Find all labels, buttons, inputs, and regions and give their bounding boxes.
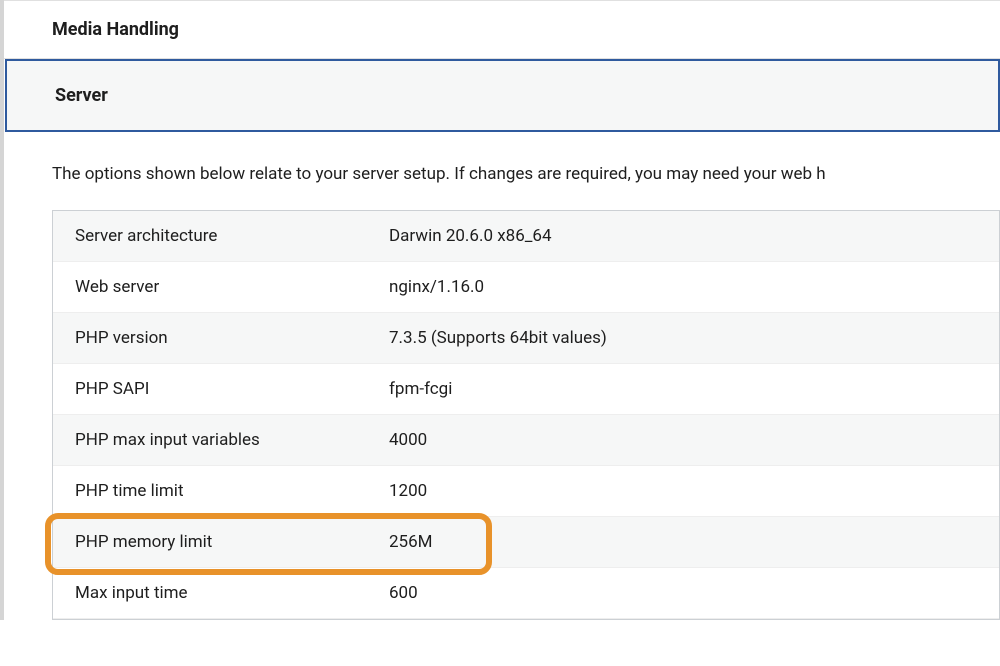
row-label: PHP version bbox=[53, 313, 389, 363]
row-label: Server architecture bbox=[53, 211, 389, 261]
row-value: 7.3.5 (Supports 64bit values) bbox=[389, 313, 607, 363]
row-value: Darwin 20.6.0 x86_64 bbox=[389, 211, 552, 261]
panel-media-handling[interactable]: Media Handling bbox=[4, 0, 1000, 59]
panel-title-server: Server bbox=[55, 85, 958, 106]
row-label: PHP memory limit bbox=[53, 517, 389, 567]
row-value: 1200 bbox=[389, 466, 427, 516]
row-label: Max input time bbox=[53, 568, 389, 618]
row-value: 4000 bbox=[389, 415, 427, 465]
row-value: 600 bbox=[389, 568, 418, 618]
table-row: PHP time limit1200 bbox=[53, 466, 999, 517]
server-description: The options shown below relate to your s… bbox=[52, 162, 1000, 188]
server-info-table: Server architectureDarwin 20.6.0 x86_64W… bbox=[52, 210, 1000, 620]
table-row: PHP version7.3.5 (Supports 64bit values) bbox=[53, 313, 999, 364]
row-label: PHP SAPI bbox=[53, 364, 389, 414]
row-value: fpm-fcgi bbox=[389, 364, 452, 414]
row-label: PHP max input variables bbox=[53, 415, 389, 465]
table-row: Max input time600 bbox=[53, 568, 999, 619]
row-label: PHP time limit bbox=[53, 466, 389, 516]
panel-title-media-handling: Media Handling bbox=[52, 19, 960, 40]
table-row: PHP max input variables4000 bbox=[53, 415, 999, 466]
table-row: PHP memory limit256M bbox=[53, 517, 999, 568]
table-row: Server architectureDarwin 20.6.0 x86_64 bbox=[53, 211, 999, 262]
row-value: nginx/1.16.0 bbox=[389, 262, 484, 312]
table-row: Web servernginx/1.16.0 bbox=[53, 262, 999, 313]
table-row: PHP SAPIfpm-fcgi bbox=[53, 364, 999, 415]
row-value: 256M bbox=[389, 517, 433, 567]
panel-body-server: The options shown below relate to your s… bbox=[4, 132, 1000, 620]
row-label: Web server bbox=[53, 262, 389, 312]
panel-server[interactable]: Server bbox=[5, 59, 1000, 132]
